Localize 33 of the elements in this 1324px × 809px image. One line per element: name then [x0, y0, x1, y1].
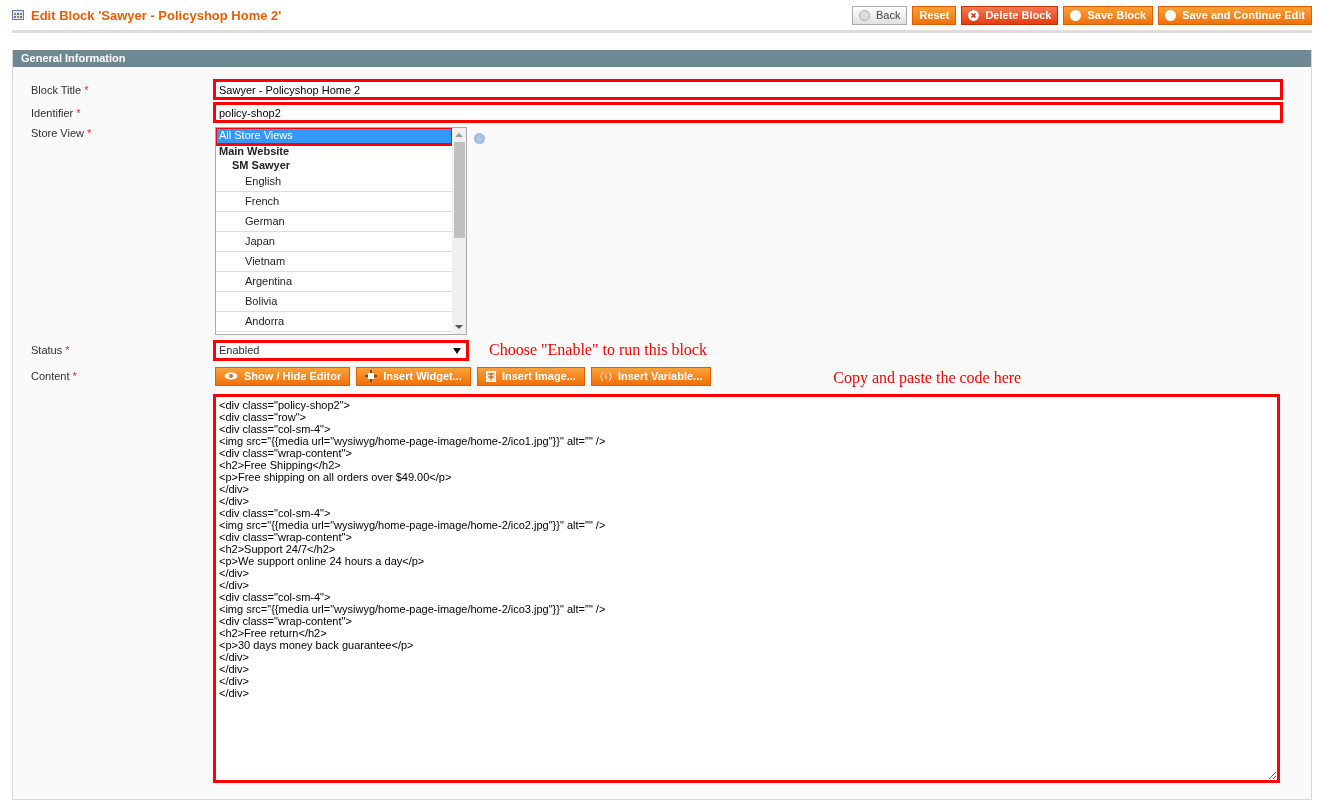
field-label: Status * — [31, 344, 71, 356]
annotation-note: Copy and paste the code here — [833, 369, 1022, 387]
eye-icon — [224, 372, 238, 380]
list-option[interactable]: Andorra — [216, 312, 452, 332]
list-option[interactable]: Vietnam — [216, 252, 452, 272]
list-group-label: Main Website — [218, 144, 291, 158]
field-label: Identifier * — [31, 106, 82, 119]
scrollbar[interactable] — [452, 128, 466, 334]
toolbar-button[interactable]: Back — [851, 5, 908, 25]
braces-icon — [599, 370, 612, 382]
field-label: Block Title * — [31, 83, 90, 96]
close-icon — [968, 9, 980, 21]
list-option[interactable]: Argentina — [216, 272, 452, 292]
list-option[interactable]: Japan — [216, 232, 452, 252]
store-view-listbox[interactable]: All Store Views Main Website SM Sawyer English French German Japan Vietnam Argentina Bolivia Andorra — [215, 127, 467, 335]
list-group-label: SM Sawyer — [231, 158, 292, 172]
caret-icon — [453, 347, 461, 354]
field-label: Content * — [31, 370, 78, 382]
grid-icon — [12, 10, 24, 20]
list-option[interactable]: French — [216, 192, 452, 212]
image-icon — [485, 370, 496, 382]
annotation-note: Choose "Enable" to run this block — [489, 341, 707, 359]
list-option[interactable]: English — [216, 172, 452, 192]
code-textarea[interactable]: <div class="policy-shop2"> <div class="row"> <div class="col-sm-4"> <img src="{{media url="wysiwyg/home-page-image/home-2/ico1.jpg"}}" alt="" /> <div class="wrap-content"> <h2>Free Shipping</h2> <p>Free shipping on all orders over $49.00</p> </div> </div> <div class="col-sm-4"> <img src="{{media url="wysiwyg/home-page-image/home-2/ico2.jpg"}}" alt="" /> <div class="wrap-content"> <h2>Support 24/7</h2> <p>We support online 24 hours a day</p> </div> </div> <div class="col-sm-4"> <img src="{{media url="wysiwyg/home-page-image/home-2/ico3.jpg"}}" alt="" /> <div class="wrap-content"> <h2>Free return</h2> <p>30 days money back guarantee</p> </div> </div> </div> </div> — [215, 396, 1278, 781]
page-title: Edit Block 'Sawyer - Policyshop Home 2' — [31, 7, 282, 23]
input-field[interactable]: Sawyer - Policyshop Home 2 — [215, 81, 1281, 98]
widget-icon — [365, 370, 378, 382]
field-label: Store View * — [31, 127, 93, 139]
section-header: General Information — [13, 50, 1311, 67]
status-dropdown[interactable]: Enabled — [215, 341, 467, 359]
list-option[interactable]: Bolivia — [216, 292, 452, 312]
list-option[interactable]: German — [216, 212, 452, 232]
input-field[interactable]: policy-shop2 — [215, 104, 1281, 121]
